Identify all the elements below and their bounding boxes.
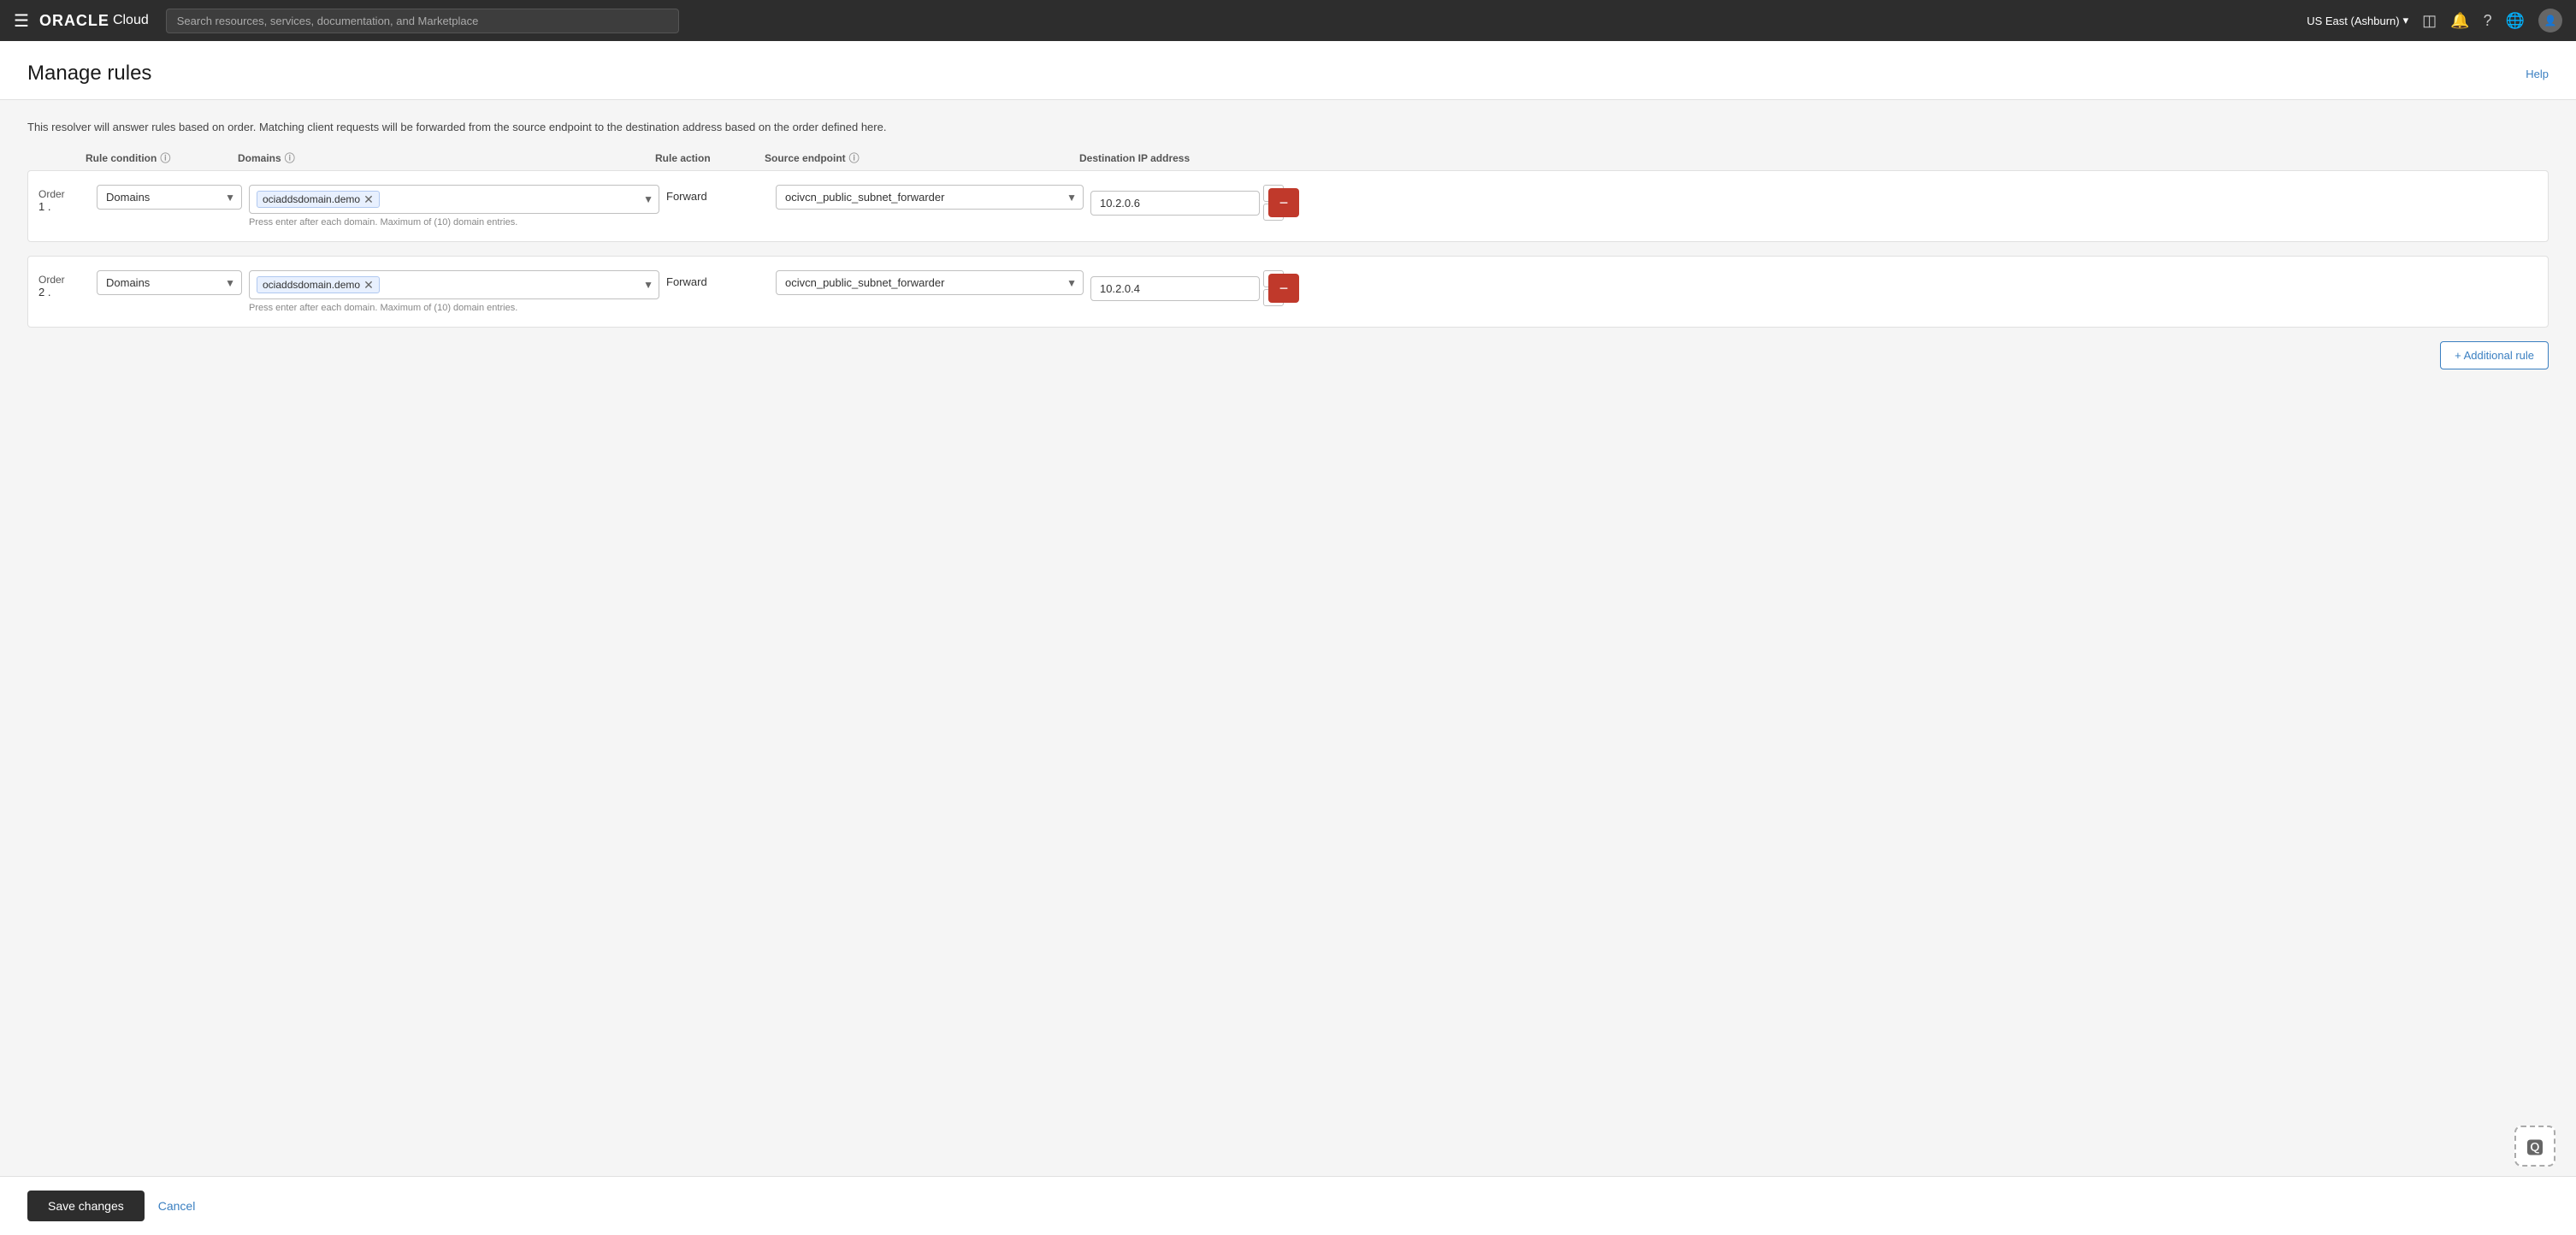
domains-info-icon[interactable]: ⓘ: [285, 151, 295, 165]
domains-hint-2: Press enter after each domain. Maximum o…: [249, 303, 659, 313]
col-rule-condition: Rule condition ⓘ: [86, 151, 231, 165]
col-rule-condition-label: Rule condition: [86, 152, 157, 164]
rule-condition-select-wrapper-2: Domains ▼: [97, 270, 242, 295]
domains-dropdown-arrow-2: ▼: [643, 279, 653, 291]
region-chevron-icon: ▾: [2403, 14, 2409, 27]
source-endpoint-select-2[interactable]: ocivcn_public_subnet_forwarder: [776, 270, 1084, 295]
page-description: This resolver will answer rules based on…: [27, 121, 2549, 133]
nav-right: US East (Ashburn) ▾ ◫ 🔔 ? 🌐 👤: [2307, 9, 2562, 32]
rule-action-cell-2: Forward: [666, 270, 769, 288]
save-changes-button[interactable]: Save changes: [27, 1191, 145, 1221]
source-endpoint-cell-2: ocivcn_public_subnet_forwarder ▼: [776, 270, 1084, 295]
rules-header: Rule condition ⓘ Domains ⓘ Rule action S…: [27, 151, 2549, 170]
rule-row-2: Order 2 . Domains ▼ ociaddsdomain.demo ✕: [27, 256, 2549, 328]
delete-cell-1: −: [1268, 185, 1320, 217]
source-endpoint-cell-1: ocivcn_public_subnet_forwarder ▼: [776, 185, 1084, 210]
user-avatar[interactable]: 👤: [2538, 9, 2562, 32]
global-search-input[interactable]: [166, 9, 679, 33]
delete-cell-2: −: [1268, 270, 1320, 303]
domain-tag-text-2: ociaddsdomain.demo: [263, 279, 360, 291]
col-rule-action-label: Rule action: [655, 152, 711, 164]
domains-cell-1: ociaddsdomain.demo ✕ ▼ Press enter after…: [249, 185, 659, 228]
dest-ip-input-1[interactable]: [1090, 191, 1260, 216]
region-selector[interactable]: US East (Ashburn) ▾: [2307, 14, 2408, 27]
col-destination-ip: Destination IP address: [1079, 152, 1250, 164]
rule-condition-select-wrapper-1: Domains ▼: [97, 185, 242, 210]
col-domains-label: Domains: [238, 152, 281, 164]
oracle-text: ORACLE: [39, 12, 109, 30]
notification-bell-icon[interactable]: 🔔: [2450, 12, 2469, 30]
col-domains: Domains ⓘ: [238, 151, 648, 165]
add-rule-button[interactable]: + Additional rule: [2440, 341, 2549, 369]
col-destination-ip-label: Destination IP address: [1079, 152, 1190, 164]
rule-condition-select-2[interactable]: Domains: [97, 270, 242, 295]
rule-action-cell-1: Forward: [666, 185, 769, 203]
oracle-logo: ORACLE Cloud: [39, 12, 149, 30]
support-widget-icon: 🆀: [2526, 1134, 2544, 1159]
help-link[interactable]: Help: [2526, 68, 2549, 80]
dest-ip-wrapper-1: ▲ ▼: [1090, 185, 1261, 221]
domain-tag-remove-2[interactable]: ✕: [363, 279, 374, 291]
cloud-shell-icon[interactable]: ◫: [2422, 12, 2437, 30]
rule-action-value-2: Forward: [666, 275, 769, 288]
dest-ip-cell-1: ▲ ▼: [1090, 185, 1261, 221]
region-label: US East (Ashburn): [2307, 15, 2399, 27]
source-endpoint-select-wrapper-2: ocivcn_public_subnet_forwarder ▼: [776, 270, 1084, 295]
domains-tag-input-1[interactable]: ociaddsdomain.demo ✕ ▼: [249, 185, 659, 214]
order-num-2: 2 .: [38, 286, 50, 298]
domains-dropdown-arrow-1: ▼: [643, 193, 653, 205]
domain-tag-1: ociaddsdomain.demo ✕: [257, 191, 380, 208]
page-content: This resolver will answer rules based on…: [0, 100, 2576, 1176]
rule-condition-cell-1: Domains ▼: [97, 185, 242, 210]
page-footer: Save changes Cancel: [0, 1176, 2576, 1235]
rule-condition-select-1[interactable]: Domains: [97, 185, 242, 210]
source-endpoint-select-1[interactable]: ocivcn_public_subnet_forwarder: [776, 185, 1084, 210]
order-num-1: 1 .: [38, 200, 50, 213]
order-cell-1: Order 1 .: [38, 185, 90, 213]
page-wrapper: Manage rules Help This resolver will ans…: [0, 41, 2576, 1235]
dest-ip-input-2[interactable]: [1090, 276, 1260, 301]
rule-condition-cell-2: Domains ▼: [97, 270, 242, 295]
top-nav: ☰ ORACLE Cloud US East (Ashburn) ▾ ◫ 🔔 ?…: [0, 0, 2576, 41]
delete-rule-btn-1[interactable]: −: [1268, 188, 1299, 217]
rule-condition-info-icon[interactable]: ⓘ: [160, 151, 170, 165]
additional-rule-row: + Additional rule: [27, 341, 2549, 369]
source-endpoint-info-icon[interactable]: ⓘ: [849, 151, 860, 165]
page-header: Manage rules Help: [0, 41, 2576, 100]
order-label-1: Order: [38, 188, 65, 200]
cloud-text: Cloud: [113, 13, 149, 28]
order-cell-2: Order 2 .: [38, 270, 90, 298]
col-source-endpoint-label: Source endpoint: [765, 152, 846, 164]
order-label-2: Order: [38, 274, 65, 286]
help-circle-icon[interactable]: ?: [2484, 12, 2492, 30]
source-endpoint-select-wrapper-1: ocivcn_public_subnet_forwarder ▼: [776, 185, 1084, 210]
domains-cell-2: ociaddsdomain.demo ✕ ▼ Press enter after…: [249, 270, 659, 313]
rule-row: Order 1 . Domains ▼ ociaddsdomain.demo ✕: [27, 170, 2549, 242]
rule-action-value-1: Forward: [666, 190, 769, 203]
domain-tag-2: ociaddsdomain.demo ✕: [257, 276, 380, 293]
language-globe-icon[interactable]: 🌐: [2506, 12, 2525, 30]
page-title: Manage rules: [27, 62, 151, 86]
delete-rule-btn-2[interactable]: −: [1268, 274, 1299, 303]
col-rule-action: Rule action: [655, 152, 758, 164]
dest-ip-cell-2: ▲ ▼: [1090, 270, 1261, 306]
domains-hint-1: Press enter after each domain. Maximum o…: [249, 217, 659, 228]
cancel-button[interactable]: Cancel: [158, 1199, 196, 1213]
dest-ip-wrapper-2: ▲ ▼: [1090, 270, 1261, 306]
col-source-endpoint: Source endpoint ⓘ: [765, 151, 1072, 165]
domain-tag-text-1: ociaddsdomain.demo: [263, 193, 360, 205]
support-widget[interactable]: 🆀: [2514, 1126, 2555, 1167]
domains-tag-input-2[interactable]: ociaddsdomain.demo ✕ ▼: [249, 270, 659, 299]
hamburger-icon[interactable]: ☰: [14, 10, 29, 32]
domain-tag-remove-1[interactable]: ✕: [363, 193, 374, 205]
